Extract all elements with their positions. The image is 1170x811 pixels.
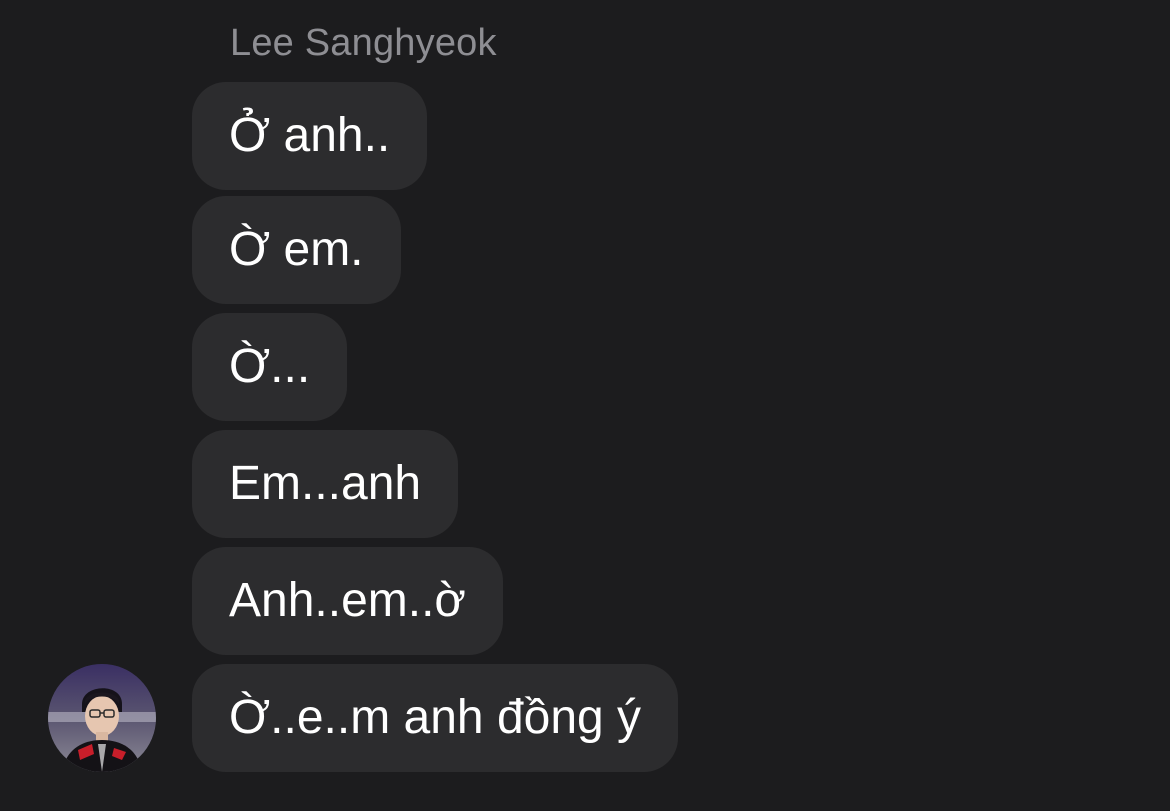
message-bubble[interactable]: Anh..em..ờ [192, 547, 503, 655]
message-bubble[interactable]: Em...anh [192, 430, 459, 538]
avatar[interactable] [48, 664, 156, 772]
avatar-image [48, 664, 156, 772]
chat-thread: Lee Sanghyeok Ở anh.. Ờ em. Ờ... Em...an… [0, 0, 1170, 811]
sender-name: Lee Sanghyeok [230, 22, 497, 64]
message-bubble[interactable]: Ở anh.. [192, 82, 428, 190]
message-bubble[interactable]: Ờ..e..m anh đồng ý [192, 664, 679, 772]
message-bubble[interactable]: Ờ em. [192, 196, 401, 304]
message-bubble[interactable]: Ờ... [192, 313, 348, 421]
